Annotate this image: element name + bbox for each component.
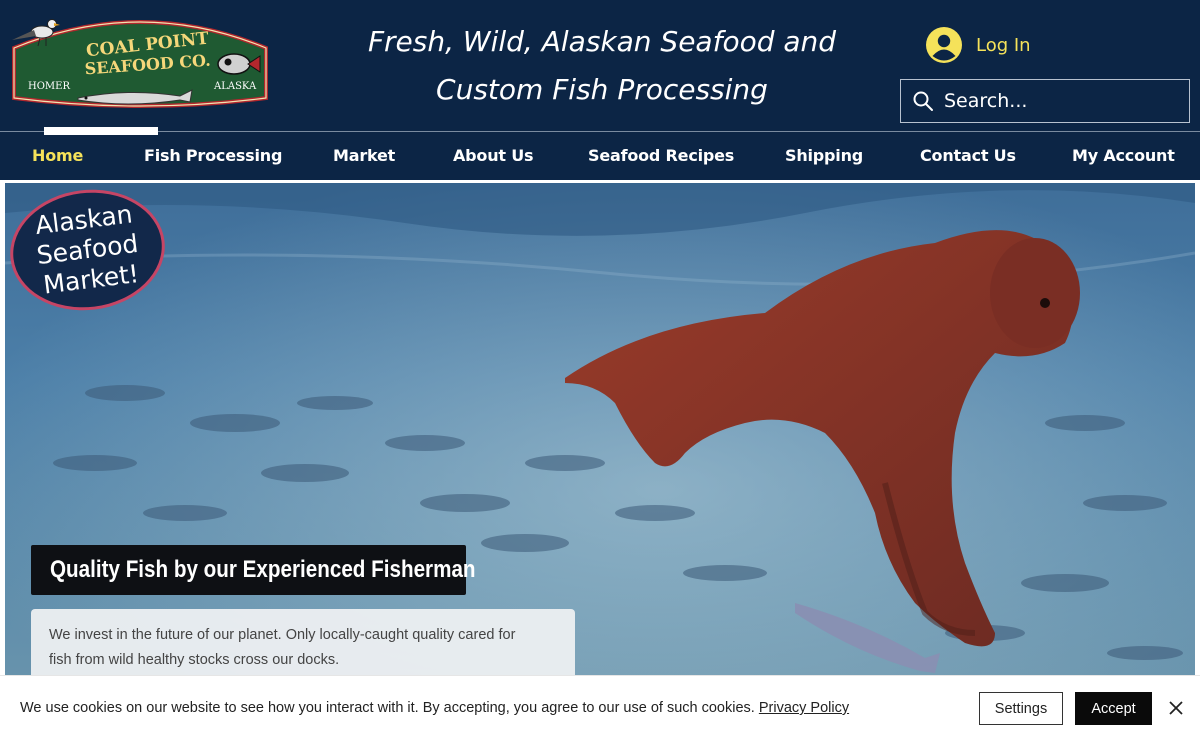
search-input[interactable]: [944, 86, 1174, 116]
site-tagline: Fresh, Wild, Alaskan Seafood and Custom …: [340, 18, 864, 114]
login-label: Log In: [976, 34, 1031, 56]
privacy-policy-link[interactable]: Privacy Policy: [759, 700, 849, 716]
search-icon: [913, 91, 933, 111]
invest-text-line2: fish from wild healthy stocks cross our …: [49, 652, 340, 668]
coal-point-logo[interactable]: COAL POINT SEAFOOD CO. HOMER ALASKA: [8, 10, 272, 110]
cookie-banner: We use cookies on our website to see how…: [0, 675, 1200, 740]
nav-item-seafood-recipes[interactable]: Seafood Recipes: [588, 146, 734, 165]
nav-item-home[interactable]: Home: [32, 146, 83, 165]
home-indicator-bar: [44, 127, 158, 135]
search-box[interactable]: [900, 79, 1190, 123]
quality-banner: Quality Fish by our Experienced Fisherma…: [31, 545, 476, 595]
nav-item-contact-us[interactable]: Contact Us: [920, 146, 1016, 165]
nav-item-fish-processing[interactable]: Fish Processing: [144, 146, 282, 165]
close-icon[interactable]: [1166, 698, 1186, 718]
cookie-settings-button[interactable]: Settings: [979, 692, 1063, 725]
invest-text-line1: We invest in the future of our planet. O…: [49, 627, 516, 643]
quality-title: Quality Fish by our Experienced Fisherma…: [50, 556, 476, 583]
logo-location-left: HOMER: [28, 81, 70, 92]
cookie-text: We use cookies on our website to see how…: [20, 700, 755, 716]
tagline-line1: Fresh, Wild, Alaskan Seafood and: [367, 25, 837, 58]
logo-location-right: ALASKA: [213, 81, 257, 92]
tagline-line2: Custom Fish Processing: [436, 73, 768, 106]
hero-section: Alaskan Seafood Market! Quality Fish by …: [5, 183, 1195, 740]
main-nav: Home Fish Processing Market About Us Sea…: [0, 131, 1200, 180]
nav-item-my-account[interactable]: My Account: [1072, 146, 1175, 165]
nav-item-about-us[interactable]: About Us: [453, 146, 534, 165]
nav-item-shipping[interactable]: Shipping: [785, 146, 863, 165]
nav-item-market[interactable]: Market: [333, 146, 395, 165]
cookie-message: We use cookies on our website to see how…: [20, 700, 849, 716]
cookie-accept-button[interactable]: Accept: [1075, 692, 1152, 725]
user-avatar-icon: [926, 27, 962, 63]
login-button[interactable]: Log In: [926, 26, 1031, 64]
site-header: COAL POINT SEAFOOD CO. HOMER ALASKA Fres…: [0, 0, 1200, 135]
